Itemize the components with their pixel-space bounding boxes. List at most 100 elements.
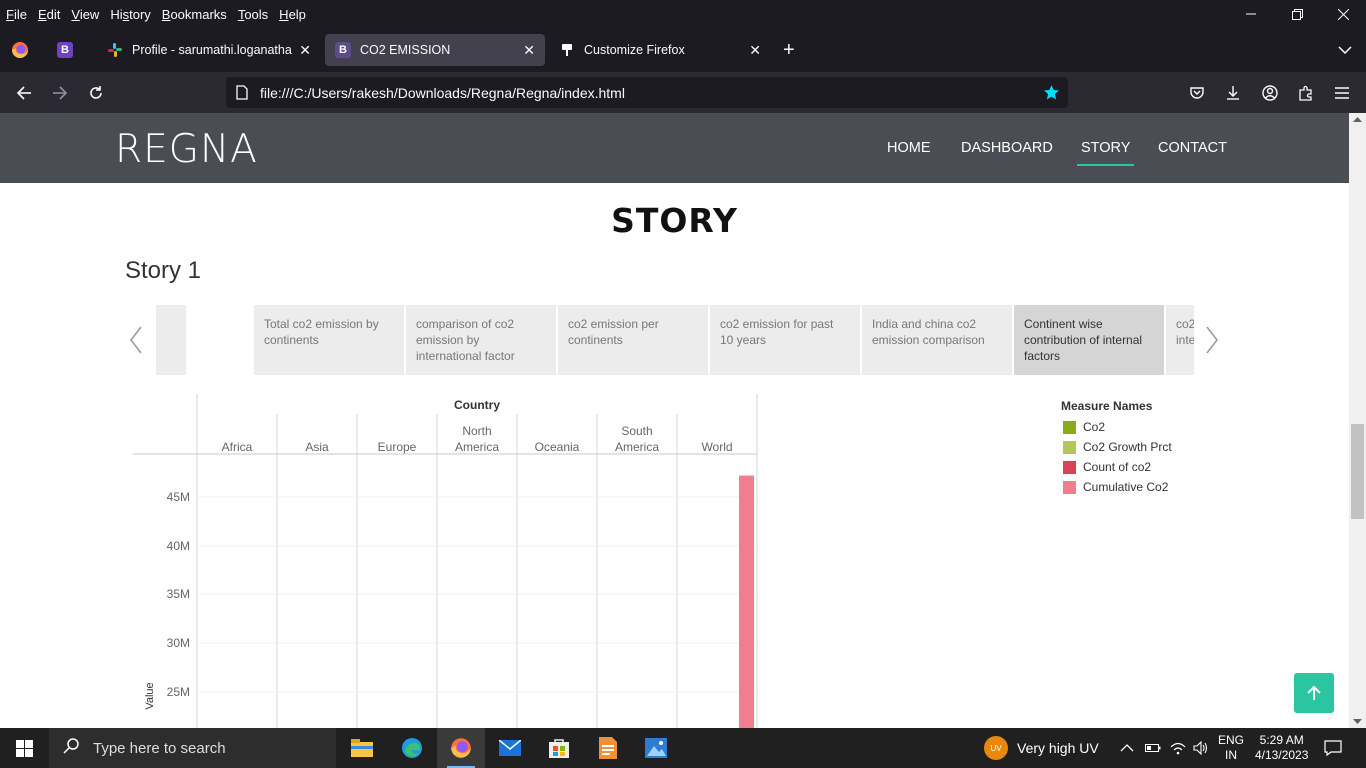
y-axis-label: Value xyxy=(144,682,156,709)
search-icon xyxy=(63,738,79,758)
battery-icon[interactable] xyxy=(1145,728,1161,768)
y-tick-label: 45M xyxy=(167,490,190,504)
close-window-button[interactable] xyxy=(1320,0,1366,28)
category-label: North xyxy=(462,424,491,438)
menu-item-file[interactable]: File xyxy=(1,7,32,22)
weather-text: Very high UV xyxy=(1017,740,1099,756)
forward-button[interactable] xyxy=(47,80,73,106)
store-icon[interactable] xyxy=(535,728,583,768)
bookmark-star-icon[interactable] xyxy=(1043,84,1060,104)
windows-taskbar: Type here to search UV Very high UV ENG … xyxy=(0,728,1366,768)
edge-icon[interactable] xyxy=(388,728,436,768)
tab-title: Customize Firefox xyxy=(584,43,685,57)
legend-title: Measure Names xyxy=(1061,399,1153,413)
web-page: REGNA HOME DASHBOARD STORY CONTACT STORY… xyxy=(0,113,1349,728)
region-code: IN xyxy=(1225,748,1237,762)
legend-item[interactable]: Co2 Growth Prct xyxy=(1061,437,1172,457)
url-bar[interactable]: file:///C:/Users/rakesh/Downloads/Regna/… xyxy=(226,77,1068,108)
menu-item-help[interactable]: Help xyxy=(274,7,311,22)
close-tab-icon[interactable]: ✕ xyxy=(523,42,535,59)
volume-icon[interactable] xyxy=(1193,728,1209,768)
hamburger-menu-icon[interactable] xyxy=(1329,80,1355,106)
y-tick-label: 35M xyxy=(167,587,190,601)
menu-item-edit[interactable]: Edit xyxy=(33,7,65,22)
chart-legend: Measure Names Co2 Co2 Growth Prct Count of… xyxy=(1061,399,1172,497)
category-label: World xyxy=(701,440,732,454)
category-label: South xyxy=(621,424,652,438)
menu-item-history[interactable]: History xyxy=(105,7,155,22)
language-indicator[interactable]: ENG IN xyxy=(1218,728,1244,768)
back-to-top-button[interactable] xyxy=(1294,673,1334,713)
search-placeholder: Type here to search xyxy=(93,739,226,757)
bootstrap-icon: B xyxy=(57,42,73,58)
legend-swatch xyxy=(1063,420,1076,434)
slack-icon xyxy=(107,42,123,58)
tab-co2-emission[interactable]: B CO2 EMISSION ✕ xyxy=(325,34,545,66)
legend-swatch xyxy=(1063,460,1076,474)
taskbar-search[interactable]: Type here to search xyxy=(49,728,336,768)
category-label: Africa xyxy=(222,440,253,454)
scrollbar-thumb[interactable] xyxy=(1351,424,1364,519)
menu-item-bookmarks[interactable]: Bookmarks xyxy=(157,7,232,22)
legend-label: Count of co2 xyxy=(1083,460,1152,474)
legend-swatch xyxy=(1063,480,1076,494)
language-code: ENG xyxy=(1218,733,1245,747)
mail-icon[interactable] xyxy=(486,728,534,768)
downloads-icon[interactable] xyxy=(1220,80,1246,106)
account-icon[interactable] xyxy=(1257,80,1283,106)
legend-label: Co2 Growth Prct xyxy=(1083,440,1172,454)
pocket-icon[interactable] xyxy=(1184,80,1210,106)
menu-bar: File Edit View History Bookmarks Tools Help xyxy=(0,0,1366,28)
page-scrollbar[interactable] xyxy=(1349,113,1366,728)
weather-widget[interactable]: UV Very high UV xyxy=(984,728,1099,768)
list-all-tabs-icon[interactable] xyxy=(1338,42,1352,60)
tab-title: Profile - sarumathi.loganathan | xyxy=(132,43,292,57)
page-icon xyxy=(236,85,248,103)
reload-button[interactable] xyxy=(83,80,109,106)
tab-bar: B Profile - sarumathi.loganathan | ✕ B C… xyxy=(0,28,1366,72)
photos-icon[interactable] xyxy=(632,728,680,768)
tab-title: CO2 EMISSION xyxy=(360,43,451,57)
navigation-toolbar: file:///C:/Users/rakesh/Downloads/Regna/… xyxy=(0,72,1366,113)
legend-label: Cumulative Co2 xyxy=(1083,480,1169,494)
file-explorer-icon[interactable] xyxy=(338,728,386,768)
tab-customize-firefox[interactable]: Customize Firefox ✕ xyxy=(549,34,771,66)
url-text[interactable]: file:///C:/Users/rakesh/Downloads/Regna/… xyxy=(260,85,625,101)
show-hidden-icons-icon[interactable] xyxy=(1120,728,1134,768)
category-label: Oceania xyxy=(535,440,580,454)
new-tab-button[interactable]: + xyxy=(783,40,795,60)
clock-time: 5:29 AM xyxy=(1259,733,1304,747)
bootstrap-icon: B xyxy=(335,42,351,58)
legend-item[interactable]: Count of co2 xyxy=(1061,457,1172,477)
windows-start-icon[interactable] xyxy=(16,740,33,762)
menu-item-view[interactable]: View xyxy=(66,7,104,22)
wifi-icon[interactable] xyxy=(1170,728,1186,768)
close-tab-icon[interactable]: ✕ xyxy=(749,42,761,59)
legend-swatch xyxy=(1063,440,1076,454)
document-app-icon[interactable] xyxy=(584,728,632,768)
category-label: America xyxy=(455,440,499,454)
minimize-button[interactable] xyxy=(1228,0,1274,28)
uv-badge-icon: UV xyxy=(984,736,1008,760)
category-label: America xyxy=(615,440,659,454)
legend-item[interactable]: Cumulative Co2 xyxy=(1061,477,1172,497)
legend-item[interactable]: Co2 xyxy=(1061,417,1172,437)
notifications-icon[interactable] xyxy=(1324,728,1342,768)
bar-cumulative-co2 xyxy=(739,475,754,728)
close-tab-icon[interactable]: ✕ xyxy=(299,42,311,59)
restore-button[interactable] xyxy=(1274,0,1320,28)
clock[interactable]: 5:29 AM 4/13/2023 xyxy=(1255,728,1308,768)
firefox-taskbar-icon[interactable] xyxy=(437,728,485,768)
tab-pinned-bootstrap[interactable]: B xyxy=(48,34,82,66)
menu-item-tools[interactable]: Tools xyxy=(233,7,273,22)
window-controls xyxy=(1228,0,1366,28)
clock-date: 4/13/2023 xyxy=(1255,748,1309,762)
extensions-icon[interactable] xyxy=(1293,80,1319,106)
tab-profile[interactable]: Profile - sarumathi.loganathan | ✕ xyxy=(97,34,321,66)
column-header: Country xyxy=(454,398,500,412)
firefox-icon[interactable] xyxy=(11,41,29,64)
back-button[interactable] xyxy=(11,80,37,106)
y-tick-label: 40M xyxy=(167,539,190,553)
y-tick-label: 25M xyxy=(167,685,190,699)
category-label: Europe xyxy=(378,440,417,454)
